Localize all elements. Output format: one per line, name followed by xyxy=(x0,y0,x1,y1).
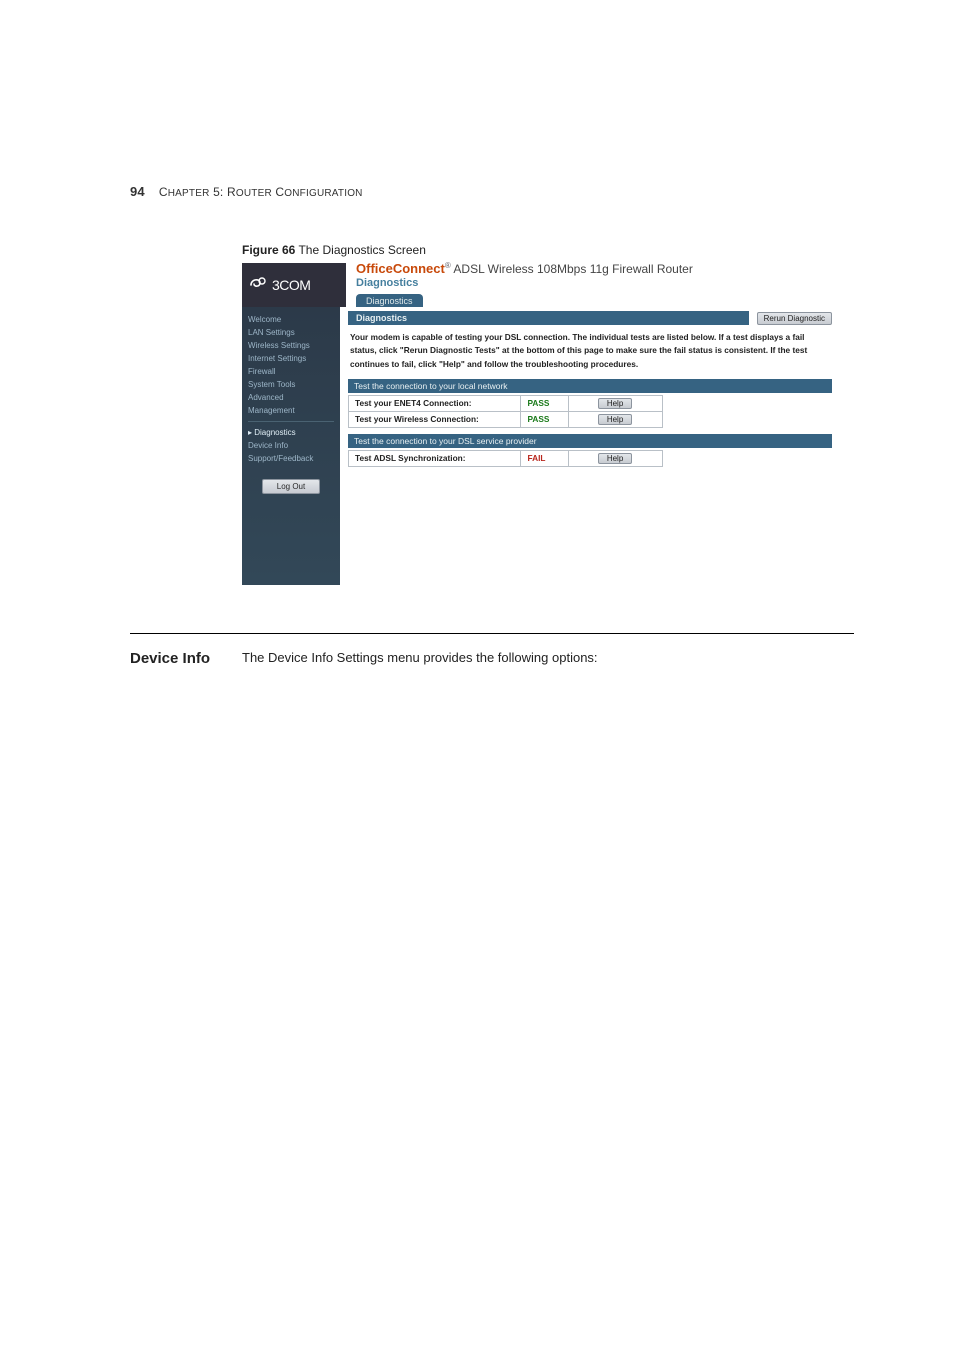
swirl-icon xyxy=(248,276,266,294)
sidebar-item-management[interactable]: Management xyxy=(248,404,334,417)
sidebar-item-support-feedback[interactable]: Support/Feedback xyxy=(248,452,334,465)
section-title: Diagnostics xyxy=(348,311,749,325)
table-row: Test your Wireless Connection: PASS Help xyxy=(349,411,663,427)
brand-logo: 3COM xyxy=(242,263,346,307)
product-title: OfficeConnect® ADSL Wireless 108Mbps 11g… xyxy=(356,261,840,276)
help-button[interactable]: Help xyxy=(598,453,632,464)
table-row: Test ADSL Synchronization: FAIL Help xyxy=(349,450,663,466)
tests-local-network: Test your ENET4 Connection: PASS Help Te… xyxy=(348,395,663,428)
figure-caption: Figure 66 The Diagnostics Screen xyxy=(242,243,854,257)
subhead-local-network: Test the connection to your local networ… xyxy=(348,379,832,393)
test-status: PASS xyxy=(521,411,568,427)
section-description: Your modem is capable of testing your DS… xyxy=(350,331,830,371)
test-status: PASS xyxy=(521,395,568,411)
subhead-dsl-provider: Test the connection to your DSL service … xyxy=(348,434,832,448)
sidebar-item-diagnostics[interactable]: Diagnostics xyxy=(248,426,334,439)
rerun-diagnostic-button[interactable]: Rerun Diagnostic xyxy=(757,312,832,325)
sidebar-item-welcome[interactable]: Welcome xyxy=(248,313,334,326)
tests-dsl-provider: Test ADSL Synchronization: FAIL Help xyxy=(348,450,663,467)
brand-name: 3COM xyxy=(272,277,310,293)
tab-diagnostics[interactable]: Diagnostics xyxy=(356,294,423,308)
help-button[interactable]: Help xyxy=(598,398,632,409)
sidebar-item-internet-settings[interactable]: Internet Settings xyxy=(248,352,334,365)
page-header: 94 CHAPTER 5: ROUTER CONFIGURATION xyxy=(130,184,854,199)
help-button[interactable]: Help xyxy=(598,414,632,425)
content-area: Diagnostics Rerun Diagnostic Your modem … xyxy=(340,307,840,585)
sidebar-item-device-info[interactable]: Device Info xyxy=(248,439,334,452)
test-label: Test ADSL Synchronization: xyxy=(349,450,521,466)
sidebar-item-wireless-settings[interactable]: Wireless Settings xyxy=(248,339,334,352)
sidebar-item-firewall[interactable]: Firewall xyxy=(248,365,334,378)
sidebar-item-system-tools[interactable]: System Tools xyxy=(248,378,334,391)
section-divider xyxy=(130,633,854,634)
table-row: Test your ENET4 Connection: PASS Help xyxy=(349,395,663,411)
device-info-text: The Device Info Settings menu provides t… xyxy=(242,650,598,665)
test-status: FAIL xyxy=(521,450,568,466)
test-label: Test your Wireless Connection: xyxy=(349,411,521,427)
sidebar: Welcome LAN Settings Wireless Settings I… xyxy=(242,307,340,585)
logout-button[interactable]: Log Out xyxy=(262,479,320,494)
screenshot: 3COM OfficeConnect® ADSL Wireless 108Mbp… xyxy=(242,263,840,585)
page-title: Diagnostics xyxy=(356,277,840,289)
page-number: 94 xyxy=(130,184,145,199)
test-label: Test your ENET4 Connection: xyxy=(349,395,521,411)
chapter-heading: CHAPTER 5: ROUTER CONFIGURATION xyxy=(159,185,363,199)
device-info-heading: Device Info xyxy=(130,650,242,667)
sidebar-item-lan-settings[interactable]: LAN Settings xyxy=(248,326,334,339)
sidebar-item-advanced[interactable]: Advanced xyxy=(248,391,334,404)
